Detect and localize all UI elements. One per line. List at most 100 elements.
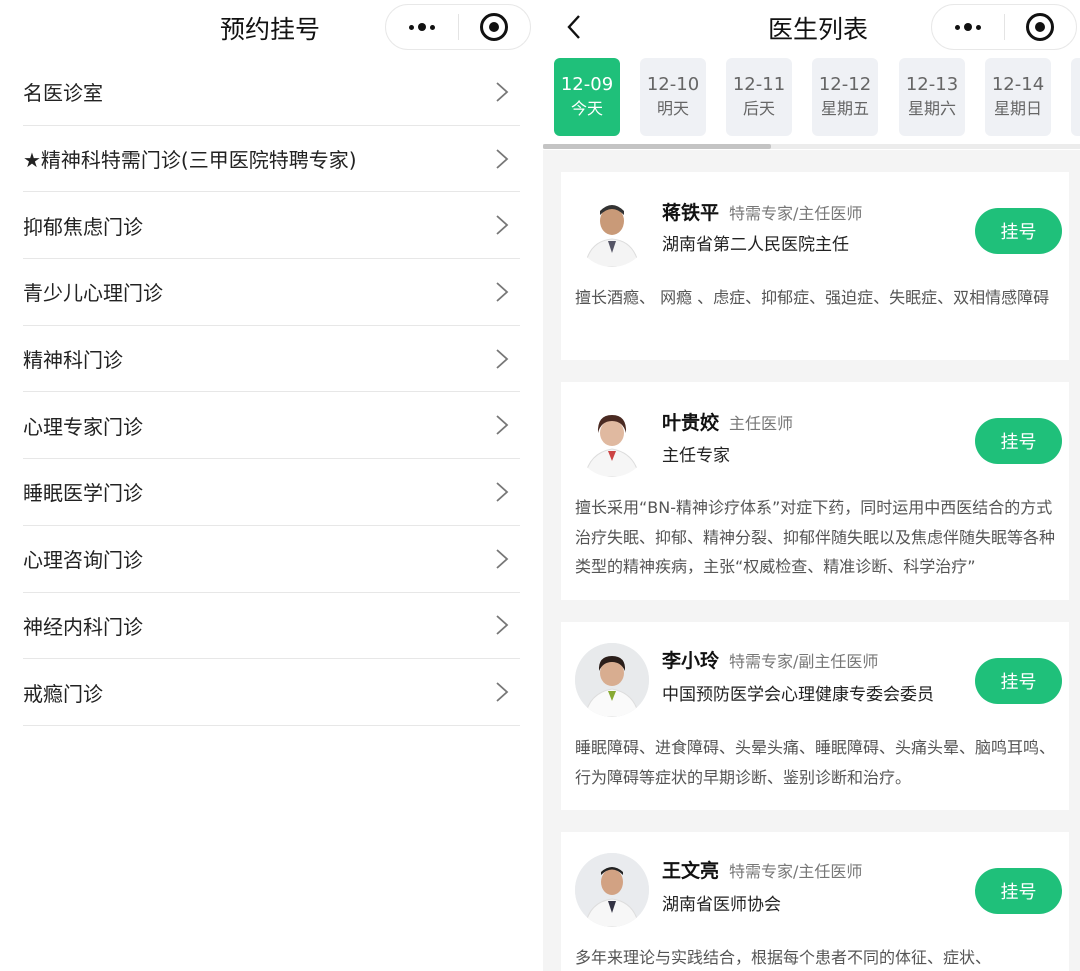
date-tabs: 12-09 今天 12-10 明天 12-11 后天 12-12 星期五 12-… xyxy=(554,58,1080,136)
chevron-right-icon xyxy=(490,547,514,571)
doctor-name-text: 王文亮 xyxy=(662,860,720,882)
doctor-name-text: 叶贵姣 xyxy=(662,412,720,434)
doctor-organization: 主任专家 xyxy=(662,446,730,466)
doctor-specialty: 擅长酒瘾、 网瘾 、虑症、抑郁症、强迫症、失眠症、双相情感障碍 xyxy=(575,288,1050,307)
date-tab-date: 12-12 xyxy=(818,74,872,95)
date-tab[interactable]: 12-13 星期六 xyxy=(899,58,965,136)
date-tab[interactable]: 12-12 星期五 xyxy=(812,58,878,136)
chevron-right-icon xyxy=(490,413,514,437)
doctor-title: 特需专家/副主任医师 xyxy=(729,652,879,671)
more-icon xyxy=(954,23,981,31)
chevron-right-icon xyxy=(490,280,514,304)
doctor-card: 叶贵姣 主任医师 主任专家 挂号 擅长采用“BN-精神诊疗体系”对症下药，同时运用… xyxy=(561,382,1069,600)
date-tab-weekday: 星期五 xyxy=(820,99,869,118)
chevron-right-icon xyxy=(490,80,514,104)
date-tab-weekday: 后天 xyxy=(742,99,775,118)
doctor-name: 蒋铁平 特需专家/主任医师 xyxy=(662,198,862,225)
date-tabs-scrollbar[interactable] xyxy=(543,144,1080,149)
screen: 预约挂号 名医诊室 ★精神科特需门诊(三甲医院特聘专家) 抑郁焦虑门诊 青少儿心… xyxy=(0,0,1080,971)
chevron-right-icon xyxy=(490,347,514,371)
mini-program-capsule xyxy=(385,4,531,50)
date-tab-date: 12-13 xyxy=(905,74,959,95)
mini-program-capsule xyxy=(931,4,1077,50)
date-tab-partial[interactable] xyxy=(1071,58,1080,136)
doctor-avatar xyxy=(575,193,649,267)
book-button[interactable]: 挂号 xyxy=(975,208,1062,254)
doctor-specialty: 睡眠障碍、进食障碍、头晕头痛、睡眠障碍、头痛头晕、脑鸣耳鸣、行为障碍等症状的早期… xyxy=(575,738,1056,787)
date-tab[interactable]: 12-10 明天 xyxy=(640,58,706,136)
date-tab-weekday: 星期六 xyxy=(907,99,956,118)
department-label: 睡眠医学门诊 xyxy=(23,481,143,506)
date-tab-date: 12-14 xyxy=(991,74,1045,95)
department-item[interactable]: 心理咨询门诊 xyxy=(23,526,520,593)
chevron-right-icon xyxy=(490,147,514,171)
department-label: 心理咨询门诊 xyxy=(23,548,143,573)
department-item[interactable]: 精神科门诊 xyxy=(23,326,520,393)
date-tab-weekday: 明天 xyxy=(656,99,689,118)
chevron-right-icon xyxy=(490,680,514,704)
chevron-right-icon xyxy=(490,480,514,504)
more-button[interactable] xyxy=(932,5,1004,49)
department-label: 心理专家门诊 xyxy=(23,414,143,439)
date-tab[interactable]: 12-11 后天 xyxy=(726,58,792,136)
doctor-card: 蒋铁平 特需专家/主任医师 湖南省第二人民医院主任 挂号 擅长酒瘾、 网瘾 、虑症… xyxy=(561,172,1069,360)
doctor-avatar xyxy=(575,853,649,927)
department-item[interactable]: 神经内科门诊 xyxy=(23,593,520,660)
doctor-name-text: 蒋铁平 xyxy=(662,202,720,224)
page-title: 医生列表 xyxy=(767,15,868,44)
chevron-right-icon xyxy=(490,213,514,237)
book-button[interactable]: 挂号 xyxy=(975,418,1062,464)
doctor-organization: 中国预防医学会心理健康专委会委员 xyxy=(662,685,934,705)
doctor-name: 叶贵姣 主任医师 xyxy=(662,408,793,435)
chevron-right-icon xyxy=(490,613,514,637)
date-tab[interactable]: 12-14 星期日 xyxy=(985,58,1051,136)
date-tab-weekday: 今天 xyxy=(570,99,603,118)
doctor-title: 特需专家/主任医师 xyxy=(729,862,863,881)
department-item[interactable]: ★精神科特需门诊(三甲医院特聘专家) xyxy=(23,126,520,193)
doctor-name: 王文亮 特需专家/主任医师 xyxy=(662,856,862,883)
department-label: 抑郁焦虑门诊 xyxy=(23,214,143,239)
date-tab-date: 12-09 xyxy=(560,74,614,95)
department-label: 名医诊室 xyxy=(23,81,103,106)
date-tab-today[interactable]: 12-09 今天 xyxy=(554,58,620,136)
page-title: 预约挂号 xyxy=(219,15,320,44)
department-item[interactable]: 睡眠医学门诊 xyxy=(23,459,520,526)
back-button[interactable] xyxy=(561,10,587,44)
doctor-card: 王文亮 特需专家/主任医师 湖南省医师协会 挂号 多年来理论与实践结合，根据每个患… xyxy=(561,832,1069,971)
close-miniprogram-button[interactable] xyxy=(1005,5,1077,49)
doctor-list-panel: 医生列表 12-09 今天 12-10 明天 12-11 后天 12-12 星期… xyxy=(543,0,1080,971)
doctor-list-header: 医生列表 12-09 今天 12-10 明天 12-11 后天 12-12 星期… xyxy=(543,0,1080,150)
more-icon xyxy=(408,23,435,31)
close-miniprogram-button[interactable] xyxy=(459,5,531,49)
department-item[interactable]: 戒瘾门诊 xyxy=(23,659,520,726)
chevron-left-icon xyxy=(567,15,580,39)
doctor-specialty: 擅长采用“BN-精神诊疗体系”对症下药，同时运用中西医结合的方式治疗失眠、抑郁、… xyxy=(575,498,1056,576)
book-button[interactable]: 挂号 xyxy=(975,658,1062,704)
doctor-specialty: 多年来理论与实践结合，根据每个患者不同的体征、症状、 xyxy=(575,948,992,967)
doctor-organization: 湖南省第二人民医院主任 xyxy=(662,235,849,255)
department-panel: 预约挂号 名医诊室 ★精神科特需门诊(三甲医院特聘专家) 抑郁焦虑门诊 青少儿心… xyxy=(0,0,543,971)
book-button[interactable]: 挂号 xyxy=(975,868,1062,914)
target-icon xyxy=(480,13,509,41)
date-tab-date: 12-11 xyxy=(732,74,786,95)
doctor-card: 李小玲 特需专家/副主任医师 中国预防医学会心理健康专委会委员 挂号 睡眠障碍、进… xyxy=(561,622,1069,810)
department-label: 精神科门诊 xyxy=(23,348,123,373)
doctor-avatar xyxy=(575,403,649,477)
more-button[interactable] xyxy=(386,5,458,49)
department-list: 名医诊室 ★精神科特需门诊(三甲医院特聘专家) 抑郁焦虑门诊 青少儿心理门诊 精… xyxy=(23,59,520,726)
doctor-name-text: 李小玲 xyxy=(662,650,720,672)
department-item[interactable]: 名医诊室 xyxy=(23,59,520,126)
target-icon xyxy=(1026,13,1055,41)
doctor-organization: 湖南省医师协会 xyxy=(662,895,781,915)
department-label: 青少儿心理门诊 xyxy=(23,281,163,306)
department-label: 戒瘾门诊 xyxy=(23,681,103,706)
department-item[interactable]: 抑郁焦虑门诊 xyxy=(23,192,520,260)
doctor-title: 主任医师 xyxy=(729,414,794,433)
doctor-avatar xyxy=(575,643,649,717)
scrollbar-thumb[interactable] xyxy=(543,144,771,149)
department-item[interactable]: 心理专家门诊 xyxy=(23,392,520,460)
date-tab-weekday: 星期日 xyxy=(993,99,1042,118)
department-label: 神经内科门诊 xyxy=(23,614,143,639)
date-tab-date: 12-10 xyxy=(646,74,700,95)
department-item[interactable]: 青少儿心理门诊 xyxy=(23,259,520,326)
